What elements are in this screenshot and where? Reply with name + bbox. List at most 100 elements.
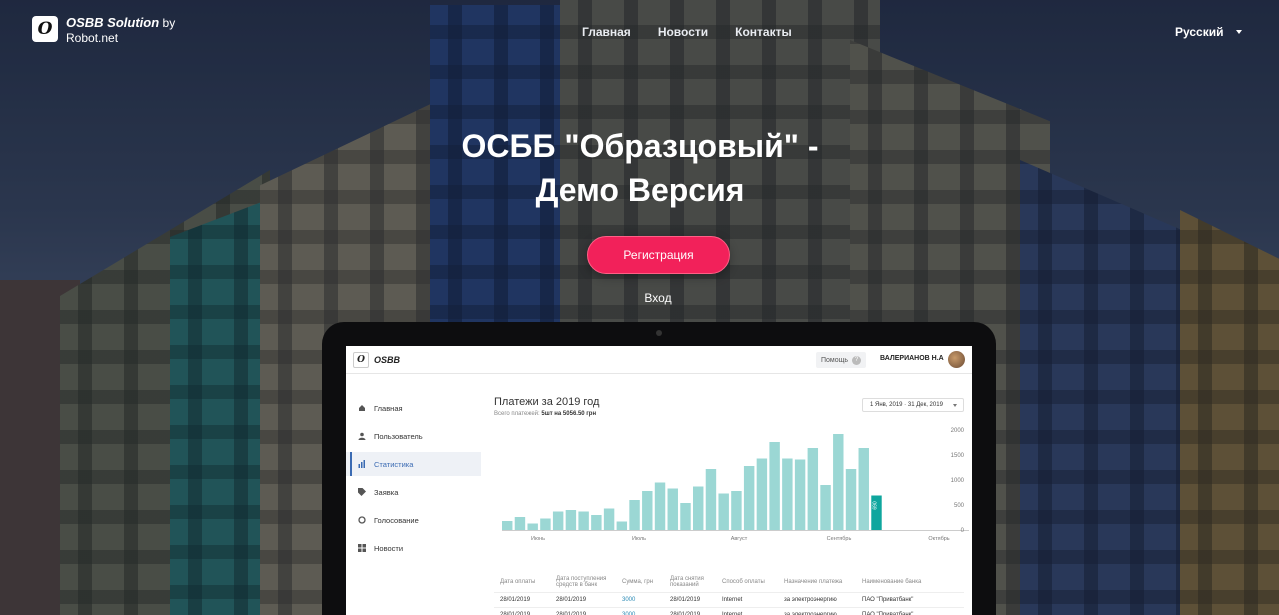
chart-bar	[514, 517, 526, 530]
chart-bar	[807, 448, 819, 530]
table-row: 28/01/2019 28/01/2019 3000 28/01/2019 Intern…	[494, 593, 964, 608]
help-label: Помощь	[821, 356, 849, 364]
chart-bar	[820, 485, 831, 530]
sidebar-item-label: Главная	[374, 403, 403, 413]
chevron-down-icon	[1235, 30, 1242, 34]
app-sidebar: Главная Пользователь Статистика Заявка Г…	[346, 396, 481, 564]
data-label: 690	[872, 501, 878, 510]
chart-bar	[858, 448, 869, 530]
table-header-cell: Назначение платежа	[784, 579, 843, 585]
y-tick-label: 1000	[951, 478, 965, 484]
chart-bar	[616, 521, 628, 530]
chevron-down-icon	[952, 403, 957, 407]
camera-dot	[656, 330, 662, 336]
table-cell: ПАО "Приватбанк"	[862, 597, 914, 603]
chart-bar	[591, 515, 602, 530]
nav-home[interactable]: Главная	[582, 25, 631, 39]
language-label: Русский	[1175, 25, 1224, 39]
question-icon: ?	[852, 355, 862, 365]
brand-sub: Robot.net	[66, 31, 119, 45]
table-header-cell: Дата оплаты	[500, 579, 536, 585]
chart-bar	[756, 458, 768, 530]
app-logo: O OSBB	[353, 351, 401, 368]
sidebar-item-label: Заявка	[374, 487, 399, 497]
chart-bar	[680, 503, 691, 530]
table-header-cell: Сумма, грн	[622, 579, 654, 585]
sidebar-item-label: Новости	[374, 543, 404, 553]
table-cell: 28/01/2019	[500, 597, 531, 603]
tag-icon	[358, 488, 366, 496]
sidebar-item-label: Пользователь	[374, 431, 423, 441]
site-header: O OSBB Solution by Robot.net Главная Нов…	[0, 0, 1279, 64]
y-tick-label: 1500	[951, 453, 965, 459]
x-tick-label: Октябрь	[928, 536, 949, 542]
chart-bar	[629, 500, 640, 530]
chart-bar	[654, 482, 666, 530]
login-link[interactable]: Вход	[608, 291, 708, 305]
date-range-picker: 1 Янв, 2019 · 31 Дек, 2019	[862, 398, 964, 412]
sidebar-item-news: Новости	[346, 536, 481, 560]
table-cell: 28/01/2019	[556, 597, 587, 603]
table-header-cell: Наименование банка	[862, 579, 922, 585]
y-tick-label: 2000	[951, 428, 965, 434]
chart-bar	[705, 469, 717, 530]
chart-bar	[642, 491, 653, 530]
hero-title-line2: Демо Версия	[535, 172, 745, 208]
chart-sub-value: 5шт на 5056.50 грн	[541, 411, 597, 417]
sidebar-item-voting: Голосование	[346, 508, 481, 532]
sidebar-item-label: Голосование	[374, 515, 419, 525]
nav-contacts[interactable]: Контакты	[735, 25, 792, 39]
nav-news[interactable]: Новости	[658, 25, 708, 39]
chart-bar	[769, 442, 780, 530]
chart-bar	[667, 488, 678, 530]
brand-name: OSBB Solution	[66, 15, 160, 30]
table-header-cell: Дата снятия показаний	[670, 576, 704, 588]
chart-bar	[731, 491, 742, 530]
circle-icon	[358, 516, 366, 524]
chart-bar	[603, 508, 615, 530]
x-tick-label: Июнь	[531, 536, 545, 542]
register-button[interactable]: Регистрация	[587, 236, 730, 274]
chart-bar	[578, 511, 589, 530]
chart-sub-prefix: Всего платежей:	[494, 411, 540, 417]
table-row: 28/01/2019 28/01/2019 3000 28/01/2019 Intern…	[494, 608, 964, 615]
table-cell: Internet	[722, 597, 743, 603]
user-icon	[358, 432, 366, 440]
chart-bar	[845, 469, 857, 530]
chart-bar	[502, 521, 513, 530]
chart-bar	[540, 518, 551, 530]
payments-table: Дата оплаты Дата поступления средств в ба…	[494, 572, 964, 615]
brand-by: by	[162, 16, 176, 30]
help-button: Помощь ?	[816, 352, 867, 368]
chart-bar	[552, 511, 564, 530]
y-tick-label: 500	[954, 503, 965, 509]
hero-title: ОСББ "Образцовый" - Демо Версия	[440, 124, 840, 212]
sidebar-item-user: Пользователь	[346, 424, 481, 448]
x-tick-label: Август	[731, 536, 748, 542]
chart-bar	[718, 493, 729, 530]
language-select[interactable]: Русский	[1175, 25, 1242, 39]
payments-chart: 0500100015002000690Июнь Июль Август Сентябр…	[502, 428, 969, 542]
hero-title-line1: ОСББ "Образцовый" -	[461, 128, 819, 164]
home-icon	[358, 404, 366, 412]
x-tick-label: Июль	[632, 536, 646, 542]
sidebar-item-request: Заявка	[346, 480, 481, 504]
app-logo-icon: O	[353, 351, 369, 368]
app-topbar: O OSBB Помощь ? ВАЛЕРИАНОВ Н.А	[346, 346, 972, 374]
x-tick-label: Сентябрь	[827, 536, 852, 542]
sidebar-item-stats: Статистика	[346, 452, 481, 476]
app-logo-text: OSBB	[374, 354, 401, 365]
app-screenshot: O OSBB Помощь ? ВАЛЕРИАНОВ Н.А Главная П…	[346, 346, 972, 615]
chart-bar	[782, 458, 793, 530]
chart-bar	[565, 510, 577, 530]
chart-bar	[833, 434, 844, 530]
grid-icon	[358, 544, 366, 552]
date-range-value: 1 Янв, 2019 · 31 Дек, 2019	[870, 402, 943, 408]
chart-bar	[693, 486, 704, 530]
stats-icon	[358, 460, 366, 468]
table-header: Дата оплаты Дата поступления средств в ба…	[494, 572, 964, 593]
main-nav: Главная Новости Контакты	[582, 25, 819, 39]
chart-bar	[527, 523, 538, 530]
chart-bar	[871, 495, 882, 530]
site-logo[interactable]: O OSBB Solution by Robot.net	[32, 15, 175, 46]
